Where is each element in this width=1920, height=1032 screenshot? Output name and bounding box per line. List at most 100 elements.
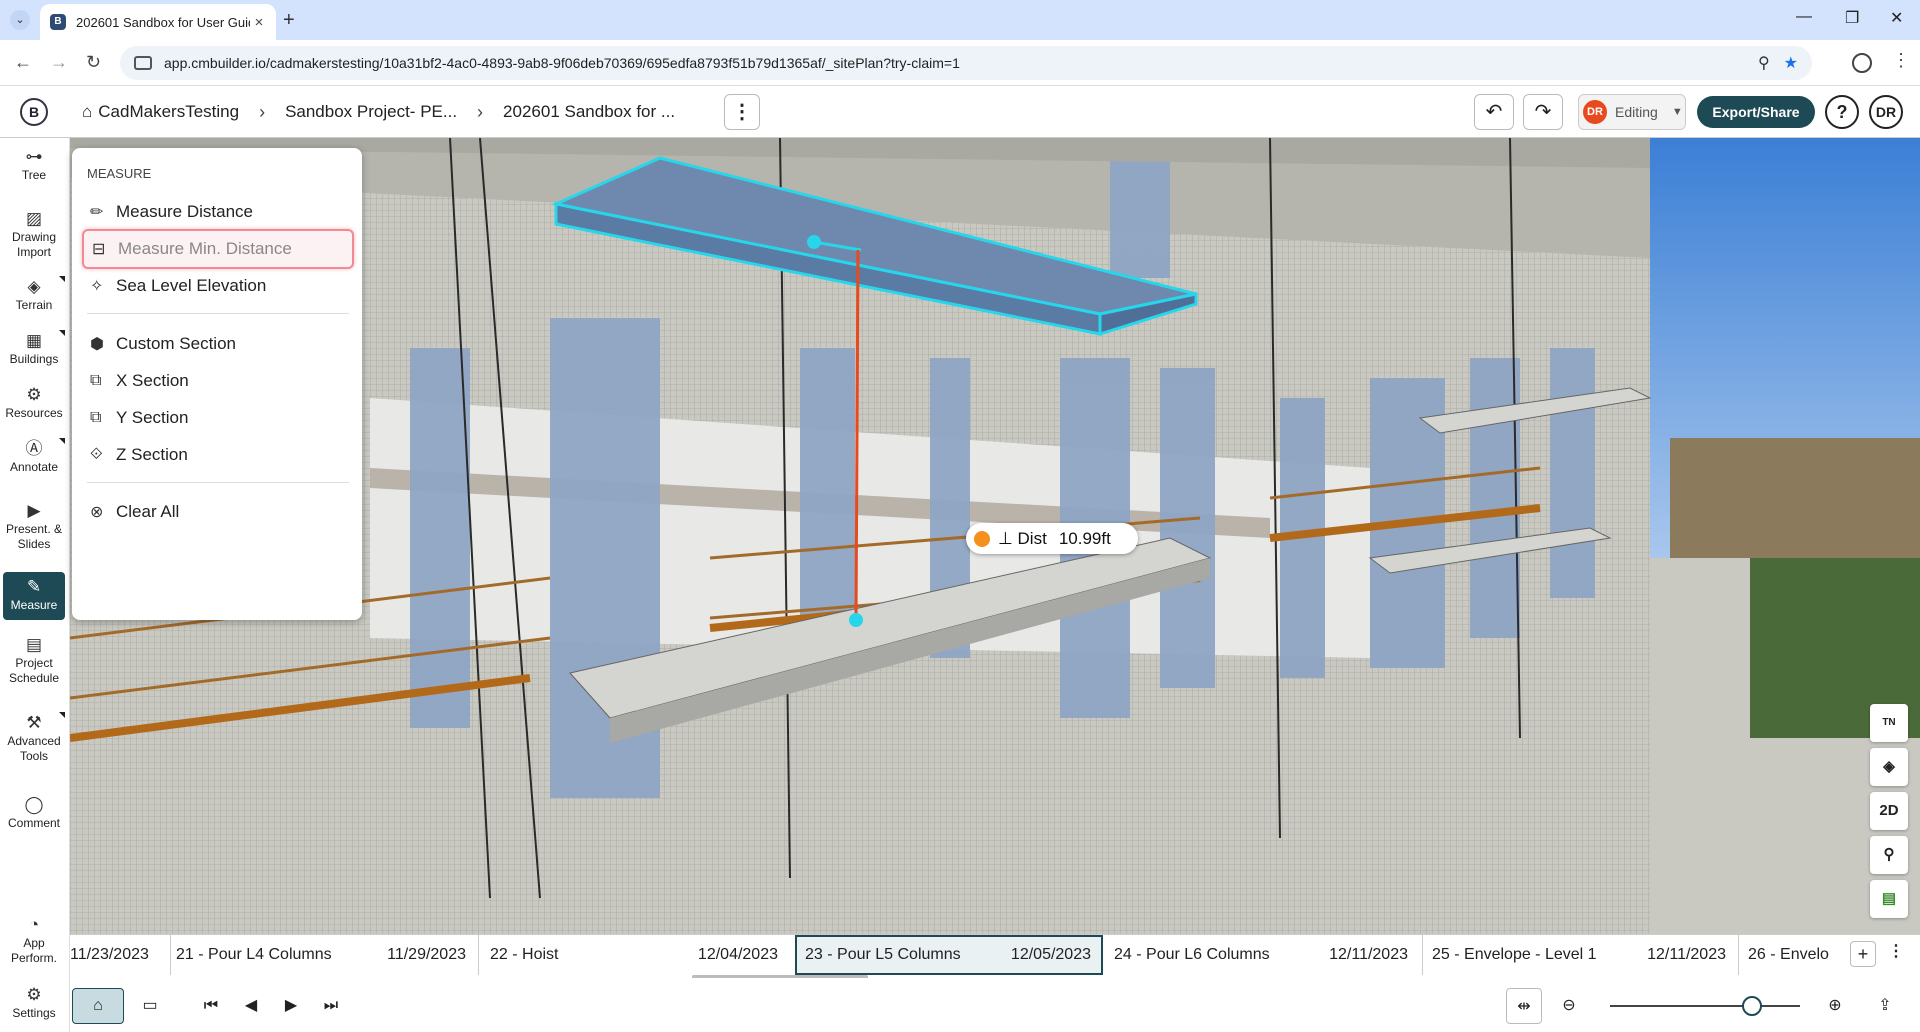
measure-distance-button[interactable]: ✏ Measure Distance — [82, 192, 354, 232]
minimize-icon[interactable]: — — [1796, 8, 1812, 26]
sidebar-item-label: Settings — [12, 1006, 56, 1020]
browser-menu-icon[interactable]: ⋮ — [1892, 50, 1910, 71]
timeline-date: 12/05/2023 — [1010, 946, 1091, 963]
sidebar-item-tree[interactable]: ⊶ Tree — [3, 146, 65, 183]
close-window-icon[interactable]: ✕ — [1890, 8, 1903, 28]
sidebar-item-label: Present. & Slides — [5, 522, 63, 551]
custom-section-button[interactable]: ⬢ Custom Section — [82, 324, 354, 364]
chevron-down-icon: ▼ — [1671, 106, 1683, 118]
zoom-slider-handle[interactable] — [1742, 996, 1762, 1016]
zoom-out-icon[interactable]: ⊖ — [1554, 988, 1584, 1024]
zoom-icon[interactable]: ⚲ — [1758, 53, 1770, 73]
slide-view-icon[interactable]: ▭ — [132, 988, 168, 1024]
step-back-icon[interactable]: ◀ — [236, 988, 266, 1024]
chevron-right-icon: › — [259, 101, 266, 122]
close-tab-icon[interactable]: × — [250, 14, 268, 31]
timeline-step[interactable]: 24 - Pour L6 Columns 12/11/2023 — [1114, 935, 1418, 975]
export-share-button[interactable]: Export/Share — [1697, 96, 1815, 128]
distance-label[interactable]: ⊥ Dist 10.99ft — [966, 523, 1138, 554]
help-button[interactable]: ? — [1825, 95, 1859, 129]
app-header: B ⌂ CadMakersTesting › Sandbox Project- … — [0, 86, 1920, 138]
restore-icon[interactable]: ❐ — [1845, 8, 1859, 28]
site-info-icon[interactable] — [134, 56, 152, 70]
color-legend-icon[interactable]: ▤ — [1870, 880, 1908, 918]
y-section-button[interactable]: ⧉ Y Section — [82, 398, 354, 438]
sidebar-item-annotate[interactable]: Ⓐ Annotate — [3, 438, 65, 475]
sidebar-item-label: Project Schedule — [8, 656, 60, 685]
gear-icon: ⚙ — [26, 985, 42, 1004]
editing-mode-select[interactable]: DR Editing ▼ — [1578, 94, 1686, 130]
tree-icon: ⊶ — [25, 147, 43, 166]
sidebar-item-advanced-tools[interactable]: ⚒ Advanced Tools — [3, 712, 65, 764]
skip-to-start-icon[interactable]: ⏮ — [196, 988, 226, 1024]
plan-menu-button[interactable]: ⋮ — [724, 94, 760, 130]
fit-timeline-icon[interactable]: ⇹ — [1506, 988, 1542, 1024]
breadcrumb-project[interactable]: Sandbox Project- PE... — [285, 102, 457, 122]
sidebar-item-project-schedule[interactable]: ▤ Project Schedule — [3, 634, 65, 686]
sidebar-item-terrain[interactable]: ◈ Terrain — [3, 276, 65, 313]
sidebar-item-buildings[interactable]: ▦ Buildings — [3, 330, 65, 367]
measure-min-distance-button[interactable]: ⊟ Measure Min. Distance — [82, 229, 354, 269]
timeline-menu-icon[interactable]: ⋮ — [1888, 941, 1904, 961]
timeline-date: 12/04/2023 — [697, 946, 778, 963]
play-icon[interactable]: ▶ — [276, 988, 306, 1024]
sidebar-item-present-slides[interactable]: ▶ Present. & Slides — [3, 500, 65, 552]
breadcrumb-plan[interactable]: 202601 Sandbox for ... — [503, 102, 675, 122]
model-view-button[interactable]: ⌂ — [72, 988, 124, 1024]
sidebar-item-comment[interactable]: ◯ Comment — [3, 794, 65, 831]
x-section-button[interactable]: ⧉ X Section — [82, 361, 354, 401]
browser-tab-strip: ⌄ B 202601 Sandbox for User Guide × + — … — [0, 0, 1920, 40]
sidebar-item-label: App Perform. — [10, 936, 57, 965]
timeline-step-active[interactable]: 23 - Pour L5 Columns 12/05/2023 — [795, 935, 1103, 975]
sidebar-item-measure[interactable]: ✎ Measure — [3, 572, 65, 620]
forward-icon[interactable]: → — [50, 52, 68, 73]
app-logo[interactable]: B — [20, 98, 48, 126]
timeline-task: 26 - Envelo — [1748, 946, 1829, 963]
upload-icon[interactable]: ⇪ — [1870, 988, 1900, 1024]
skip-to-end-icon[interactable]: ⏭ — [316, 988, 346, 1024]
timeline-step[interactable]: 25 - Envelope - Level 1 12/11/2023 — [1432, 935, 1736, 975]
north-compass-button[interactable]: TN — [1870, 704, 1908, 742]
undo-button[interactable]: ↶ — [1474, 94, 1514, 130]
home-icon[interactable]: ⌂ — [82, 102, 92, 122]
sidebar-item-resources[interactable]: ⚙ Resources — [3, 384, 65, 421]
avatar[interactable]: DR — [1869, 95, 1903, 129]
bookmark-star-icon[interactable]: ★ — [1784, 53, 1798, 73]
address-bar[interactable]: app.cmbuilder.io/cadmakerstesting/10a31b… — [120, 46, 1812, 80]
timeline-task: 21 - Pour L4 Columns — [176, 946, 332, 963]
tab-title: 202601 Sandbox for User Guide — [76, 14, 250, 30]
user-chip: DR — [1583, 100, 1607, 124]
new-tab-button[interactable]: + — [283, 9, 295, 32]
sidebar-item-app-performance[interactable]: ◔ App Perform. — [3, 914, 65, 966]
tab-search-icon[interactable]: ⌄ — [10, 10, 30, 30]
pin-icon[interactable]: ⚲ — [1870, 836, 1908, 874]
distance-value: 10.99ft — [1058, 528, 1111, 548]
pencil-ruler-icon: ✏ — [90, 204, 104, 221]
add-step-button[interactable]: + — [1850, 941, 1876, 967]
zoom-slider[interactable] — [1610, 1005, 1800, 1007]
back-icon[interactable]: ← — [14, 52, 32, 73]
schedule-timeline: 11/23/2023 21 - Pour L4 Columns 11/29/202… — [70, 934, 1920, 979]
timeline-step[interactable]: 22 - Hoist 12/04/2023 — [490, 935, 788, 975]
browser-tab[interactable]: B 202601 Sandbox for User Guide × — [40, 4, 276, 40]
sea-level-elevation-button[interactable]: ✧ Sea Level Elevation — [82, 266, 354, 306]
url-text: app.cmbuilder.io/cadmakerstesting/10a31b… — [164, 55, 960, 71]
sidebar-item-settings[interactable]: ⚙ Settings — [3, 984, 65, 1021]
z-section-button[interactable]: ⟐ Z Section — [82, 435, 354, 475]
toggle-2d-button[interactable]: 2D — [1870, 792, 1908, 830]
timeline-date[interactable]: 11/23/2023 — [70, 935, 168, 975]
timeline-step[interactable]: 26 - Envelo — [1748, 935, 1844, 975]
reload-icon[interactable]: ↻ — [86, 52, 101, 73]
favicon-icon: B — [50, 14, 66, 30]
redo-button[interactable]: ↷ — [1523, 94, 1563, 130]
sidebar-item-drawing-import[interactable]: ▨ Drawing Import — [3, 208, 65, 260]
timeline-step[interactable]: 21 - Pour L4 Columns 11/29/2023 — [176, 935, 476, 975]
layers-icon[interactable]: ◈ — [1870, 748, 1908, 786]
clear-all-button[interactable]: ⊗ Clear All — [82, 492, 354, 532]
calendar-icon: ▤ — [25, 635, 43, 654]
sidebar-item-label: Buildings — [9, 352, 59, 366]
comment-icon: ◯ — [24, 795, 44, 814]
zoom-in-icon[interactable]: ⊕ — [1820, 988, 1850, 1024]
profile-icon[interactable] — [1852, 53, 1872, 73]
breadcrumb-org[interactable]: CadMakersTesting — [98, 102, 239, 122]
